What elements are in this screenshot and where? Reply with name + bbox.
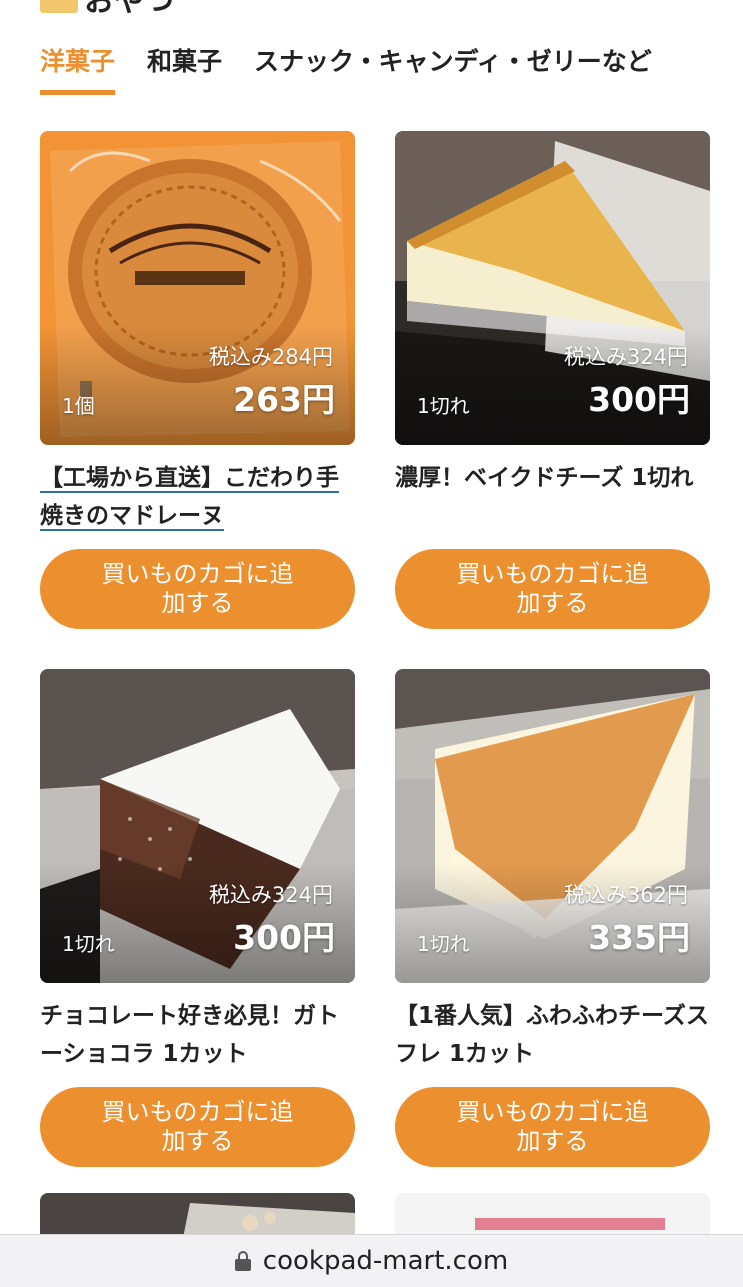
product-price: 300円	[588, 380, 690, 419]
product-price: 300円	[233, 918, 335, 957]
add-to-cart-button[interactable]: 買いものカゴに追加する	[395, 1087, 710, 1167]
product-image[interactable]: 1切れ 税込み324円 300円	[395, 131, 710, 445]
product-image[interactable]: 1個 税込み284円 263円	[40, 131, 355, 445]
product-unit: 1個	[62, 394, 95, 418]
product-card: 1個 税込み284円 263円 【工場から直送】こだわり手焼きのマドレーヌ 買い…	[40, 131, 355, 629]
section-header: おやつ	[40, 0, 174, 19]
product-unit: 1切れ	[417, 394, 470, 418]
tax-included-price: 税込み284円	[208, 345, 333, 369]
product-name-link[interactable]: 【1番人気】ふわふわチーズスフレ 1カット	[395, 997, 710, 1073]
tax-included-price: 税込み324円	[563, 345, 688, 369]
product-name-link[interactable]: チョコレート好き必見！ガトーショコラ 1カット	[40, 997, 355, 1073]
tax-included-price: 税込み324円	[208, 883, 333, 907]
product-card: 1切れ 税込み324円 300円 濃厚！ベイクドチーズ 1切れ 買いものカゴに追…	[395, 131, 710, 629]
tab-snacks[interactable]: スナック・キャンディ・ゼリーなど	[254, 42, 652, 95]
product-card: 1切れ 税込み362円 335円 【1番人気】ふわふわチーズスフレ 1カット 買…	[395, 669, 710, 1167]
product-name-link[interactable]: 濃厚！ベイクドチーズ 1切れ	[395, 459, 710, 535]
product-image[interactable]: 1切れ 税込み362円 335円	[395, 669, 710, 983]
lock-icon	[234, 1251, 251, 1271]
section-title: おやつ	[84, 0, 174, 19]
product-card: 1切れ 税込み324円 300円 チョコレート好き必見！ガトーショコラ 1カット…	[40, 669, 355, 1167]
product-unit: 1切れ	[62, 932, 115, 956]
product-price: 335円	[588, 918, 690, 957]
tax-included-price: 税込み362円	[563, 883, 688, 907]
add-to-cart-button[interactable]: 買いものカゴに追加する	[40, 1087, 355, 1167]
add-to-cart-button[interactable]: 買いものカゴに追加する	[40, 549, 355, 629]
add-to-cart-button[interactable]: 買いものカゴに追加する	[395, 549, 710, 629]
product-unit: 1切れ	[417, 932, 470, 956]
url-text: cookpad-mart.com	[262, 1246, 509, 1276]
tab-japanese-sweets[interactable]: 和菓子	[147, 42, 222, 95]
category-tabs: 洋菓子 和菓子 スナック・キャンディ・ゼリーなど	[40, 42, 652, 95]
product-name-link[interactable]: 【工場から直送】こだわり手焼きのマドレーヌ	[40, 459, 355, 535]
snack-icon	[40, 0, 78, 13]
browser-address-bar[interactable]: cookpad-mart.com	[0, 1234, 743, 1287]
product-price: 263円	[233, 380, 335, 419]
product-image[interactable]: 1切れ 税込み324円 300円	[40, 669, 355, 983]
tab-western-sweets[interactable]: 洋菓子	[40, 42, 116, 95]
product-grid: 1個 税込み284円 263円 【工場から直送】こだわり手焼きのマドレーヌ 買い…	[40, 131, 710, 1167]
